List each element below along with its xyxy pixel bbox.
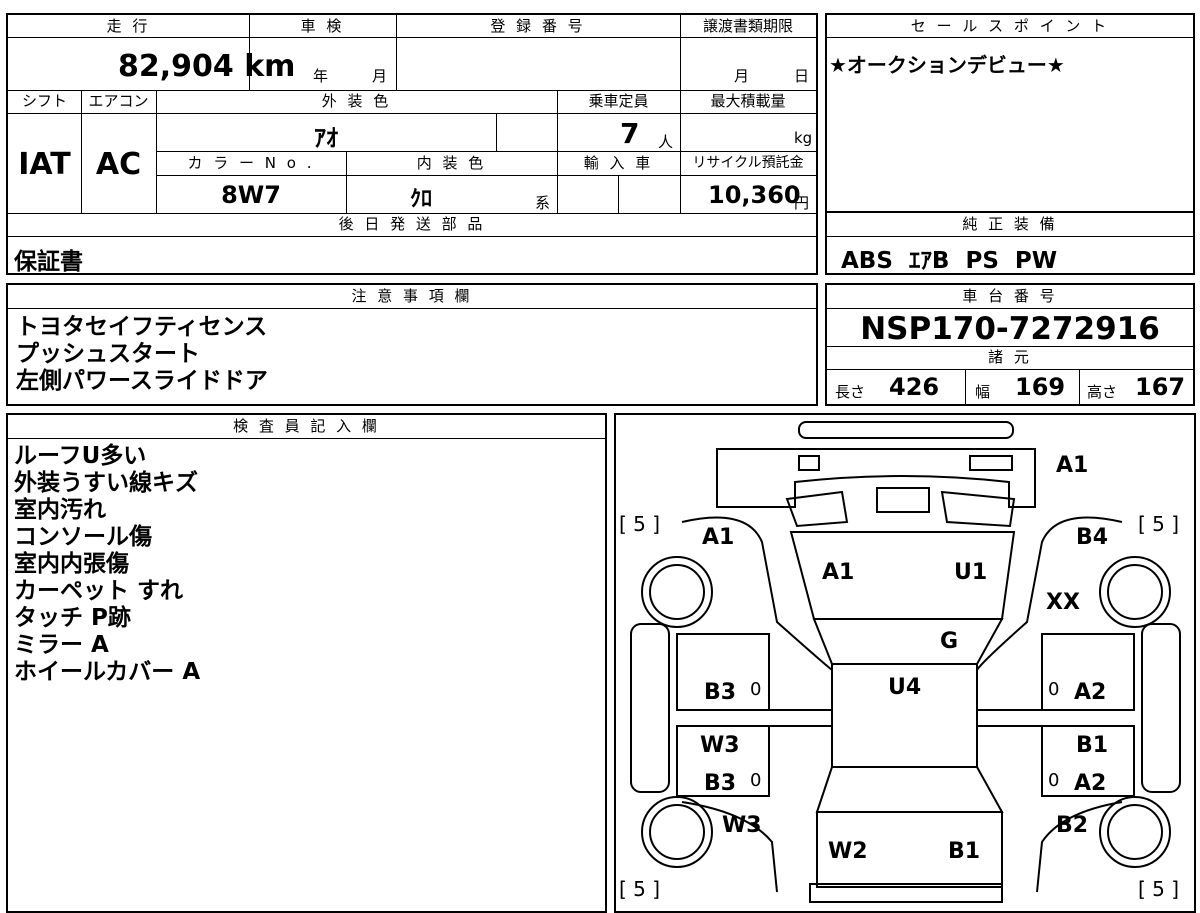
- interior-suffix: 系: [535, 194, 551, 212]
- code-left-rear-door: B3: [704, 771, 737, 796]
- recycle-fee-unit: 円: [794, 194, 810, 212]
- mileage-value: 82,904 km: [118, 49, 296, 84]
- inspector-line: ルーフU多い: [14, 443, 147, 469]
- inspector-header: 検 査 員 記 入 欄: [233, 417, 380, 435]
- exterior-color-header: 外 装 色: [321, 92, 392, 110]
- interior-color-header: 内 装 色: [416, 154, 487, 172]
- color-no-value: 8W7: [221, 181, 281, 209]
- deadline-month: 月: [734, 67, 750, 85]
- inspector-block: 検 査 員 記 入 欄 ルーフU多い 外装うすい線キズ 室内汚れ コンソール傷 …: [6, 413, 607, 913]
- aircon-value: AC: [95, 147, 142, 182]
- recycle-fee-header: リサイクル預託金: [692, 155, 804, 171]
- sales-point-text: ★オークションデビュー★: [829, 53, 1065, 77]
- shaken-year: 年: [313, 67, 329, 85]
- code-left-front-fender: A1: [702, 525, 735, 550]
- car-diagram-block: [ 5 ] [ 5 ] [ 5 ] [ 5 ] A1 A1 B4 XX A1 U…: [614, 413, 1196, 913]
- shaken-month: 月: [372, 67, 388, 85]
- code-right-front-corner: XX: [1046, 590, 1080, 615]
- interior-color-value: ｸﾛ: [409, 187, 432, 212]
- capacity-header: 乗車定員: [588, 92, 649, 110]
- note-line: トヨタセイフティセンス: [16, 314, 268, 340]
- width-value: 169: [1015, 373, 1066, 401]
- genuine-equipment-header: 純 正 装 備: [962, 215, 1058, 233]
- height-value: 167: [1135, 373, 1186, 401]
- inspector-line: タッチ P跡: [14, 605, 131, 631]
- tire-mark-front-left: [ 5 ]: [619, 512, 661, 536]
- capacity-unit: 人: [658, 133, 674, 151]
- tire-mark-front-right: [ 5 ]: [1138, 512, 1180, 536]
- deadline-day: 日: [794, 67, 810, 85]
- shaken-header: 車 検: [300, 17, 345, 35]
- code-left-front-door: B3: [704, 680, 737, 705]
- inspector-line: 室内内張傷: [14, 551, 129, 577]
- exterior-color-value: ｱｵ: [314, 124, 338, 152]
- code-left-rear-fender: W3: [722, 813, 762, 838]
- car-damage-diagram: [630, 421, 1181, 903]
- tire-mark-rear-right: [ 5 ]: [1138, 877, 1180, 901]
- color-no-header: カ ラ ー N o .: [187, 154, 315, 172]
- code-right-rear-door-mark: 0: [1048, 770, 1060, 791]
- width-label: 幅: [975, 383, 991, 401]
- inspector-line: コンソール傷: [14, 524, 152, 550]
- code-right-rear-fender: B2: [1056, 813, 1089, 838]
- import-header: 輸 入 車: [583, 154, 654, 172]
- inspector-line: ホイールカバー A: [14, 659, 201, 685]
- max-load-unit: kg: [794, 129, 813, 147]
- code-right-front-door: A2: [1074, 680, 1107, 705]
- code-right-front-fender: B4: [1076, 525, 1109, 550]
- later-items-header: 後 日 発 送 部 品: [338, 215, 486, 233]
- shift-header: シフト: [21, 92, 67, 110]
- code-left-front-door-mark: 0: [750, 679, 762, 700]
- registration-header: 登 録 番 号: [490, 17, 586, 35]
- genuine-equipment-value: ABS ｴｱB PS PW: [841, 248, 1058, 274]
- specs-header: 諸 元: [988, 348, 1032, 366]
- code-hood-right: U1: [954, 560, 988, 585]
- sales-point-header: セ ー ル ス ポ イ ン ト: [910, 17, 1110, 35]
- inspector-line: 外装うすい線キズ: [14, 470, 198, 496]
- inspector-line: 室内汚れ: [14, 497, 106, 523]
- code-left-rear-door-mark: 0: [750, 770, 762, 791]
- height-label: 高さ: [1087, 383, 1118, 401]
- length-value: 426: [889, 373, 940, 401]
- notes-block: 注 意 事 項 欄 トヨタセイフティセンス プッシュスタート 左側パワースライド…: [6, 283, 818, 406]
- notes-header: 注 意 事 項 欄: [351, 287, 473, 305]
- recycle-fee-value: 10,360: [708, 181, 801, 209]
- aircon-header: エアコン: [88, 92, 149, 110]
- code-rear-left: W2: [828, 839, 868, 864]
- shift-value: IAT: [18, 147, 71, 182]
- capacity-value: 7: [620, 117, 640, 150]
- code-rear-right: B1: [948, 839, 981, 864]
- inspector-line: カーペット すれ: [14, 578, 184, 604]
- vehicle-info-block: 走 行 車 検 登 録 番 号 譲渡書類期限 82,904 km 年 月 月 日…: [6, 13, 818, 275]
- code-right-front-door-mark: 0: [1048, 679, 1060, 700]
- deadline-header: 譲渡書類期限: [702, 17, 793, 35]
- max-load-header: 最大積載量: [710, 92, 786, 110]
- code-right-mid: B1: [1076, 733, 1109, 758]
- tire-mark-rear-left: [ 5 ]: [619, 877, 661, 901]
- inspector-line: ミラー A: [14, 632, 109, 658]
- chassis-number-header: 車 台 番 号: [962, 287, 1058, 305]
- chassis-number-value: NSP170-7272916: [860, 311, 1160, 347]
- code-roof: U4: [888, 675, 922, 700]
- genuine-equipment-block: 純 正 装 備 ABS ｴｱB PS PW: [825, 211, 1195, 275]
- note-line: 左側パワースライドドア: [16, 368, 268, 394]
- length-label: 長さ: [835, 383, 866, 401]
- code-front-bumper: A1: [1056, 453, 1089, 478]
- mileage-header: 走 行: [106, 17, 151, 35]
- later-items-value: 保証書: [14, 249, 83, 275]
- code-windshield: G: [940, 629, 959, 654]
- code-hood-left: A1: [822, 560, 855, 585]
- note-line: プッシュスタート: [16, 341, 200, 367]
- code-left-mid: W3: [700, 733, 740, 758]
- chassis-block: 車 台 番 号 NSP170-7272916 諸 元 長さ 426 幅 169 …: [825, 283, 1195, 406]
- code-right-rear-door: A2: [1074, 771, 1107, 796]
- sales-point-block: セ ー ル ス ポ イ ン ト ★オークションデビュー★: [825, 13, 1195, 213]
